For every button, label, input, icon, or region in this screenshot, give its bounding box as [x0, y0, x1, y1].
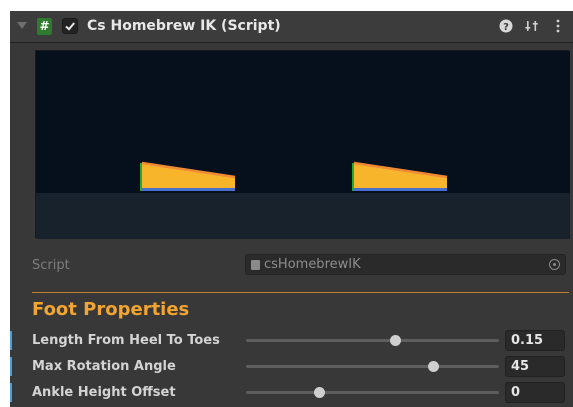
foot-preview	[35, 50, 570, 239]
row-selection-bar	[10, 331, 12, 350]
section-header: Foot Properties	[32, 299, 190, 320]
ankle-height-offset-input[interactable]	[505, 382, 565, 403]
kebab-menu-icon[interactable]	[550, 18, 566, 34]
slider-thumb[interactable]	[314, 387, 326, 398]
script-file-icon: #	[37, 18, 52, 35]
section-divider	[32, 292, 569, 293]
row-selection-bar	[10, 383, 12, 402]
row-selection-bar	[10, 357, 12, 376]
component-title: Cs Homebrew IK (Script)	[87, 18, 281, 34]
checkbox-icon	[65, 22, 75, 31]
property-label: Ankle Height Offset	[32, 385, 176, 400]
length-heel-toes-slider[interactable]	[246, 335, 499, 346]
preview-background	[36, 51, 570, 193]
svg-text:?: ?	[503, 22, 509, 33]
foot-sole	[354, 188, 447, 191]
slider-thumb[interactable]	[428, 361, 440, 372]
property-label: Max Rotation Angle	[32, 359, 176, 374]
preset-icon[interactable]	[524, 18, 540, 34]
max-rotation-angle-slider[interactable]	[246, 361, 499, 372]
slider-thumb[interactable]	[390, 335, 402, 346]
object-picker-icon[interactable]	[549, 259, 560, 270]
heel-marker	[140, 163, 142, 191]
script-value: csHomebrewIK	[264, 257, 361, 272]
foot-sole	[142, 188, 235, 191]
enable-checkbox[interactable]	[62, 18, 78, 34]
heel-marker	[352, 163, 354, 191]
inspector-component: # Cs Homebrew IK (Script) ? Script csHom…	[10, 11, 573, 407]
help-icon[interactable]: ?	[498, 18, 514, 34]
max-rotation-angle-input[interactable]	[505, 356, 565, 377]
component-header[interactable]: # Cs Homebrew IK (Script) ?	[10, 11, 573, 43]
foot-preview-canvas	[36, 51, 570, 239]
script-asset-icon	[251, 260, 260, 270]
script-field[interactable]: csHomebrewIK	[245, 254, 566, 275]
script-label: Script	[32, 258, 70, 273]
length-heel-toes-input[interactable]	[505, 330, 565, 351]
property-label: Length From Heel To Toes	[32, 333, 220, 348]
foldout-arrow-icon[interactable]	[17, 22, 27, 29]
ankle-height-offset-slider[interactable]	[246, 387, 499, 398]
preview-ground	[36, 193, 570, 239]
